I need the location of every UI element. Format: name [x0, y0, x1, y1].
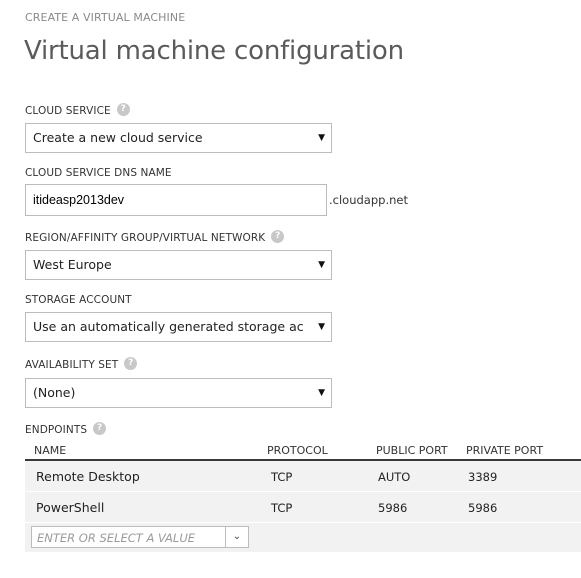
- availability-label-row: AVAILABILITY SET?: [25, 357, 138, 372]
- endpoint-public-port: AUTO: [378, 470, 411, 484]
- cloud-service-select[interactable]: Create a new cloud service ▼: [25, 123, 332, 153]
- dns-name-input[interactable]: [25, 184, 327, 216]
- dns-suffix: .cloudapp.net: [329, 193, 408, 207]
- region-label: REGION/AFFINITY GROUP/VIRTUAL NETWORK: [25, 232, 266, 244]
- help-icon[interactable]: ?: [93, 422, 107, 435]
- row-divider: [25, 522, 581, 523]
- column-header-private-port: PRIVATE PORT: [466, 444, 544, 457]
- column-header-public-port: PUBLIC PORT: [376, 444, 448, 457]
- endpoint-name: PowerShell: [36, 500, 105, 515]
- help-icon[interactable]: ?: [271, 230, 285, 243]
- cloud-service-label-row: CLOUD SERVICE?: [25, 103, 130, 118]
- endpoint-protocol: TCP: [271, 501, 293, 515]
- caret-down-icon: ▼: [318, 133, 325, 143]
- endpoint-private-port: 5986: [468, 501, 498, 515]
- add-endpoint-input[interactable]: [32, 529, 223, 547]
- endpoint-public-port: 5986: [378, 501, 408, 515]
- region-label-row: REGION/AFFINITY GROUP/VIRTUAL NETWORK?: [25, 230, 285, 245]
- storage-label: STORAGE ACCOUNT: [25, 294, 132, 306]
- region-select[interactable]: West Europe ▼: [25, 250, 332, 280]
- cloud-service-label: CLOUD SERVICE: [25, 105, 111, 117]
- storage-select[interactable]: Use an automatically generated storage a…: [25, 312, 332, 342]
- page-title: Virtual machine configuration: [24, 36, 404, 66]
- region-value: West Europe: [33, 257, 112, 272]
- availability-value: (None): [33, 385, 76, 400]
- endpoint-protocol: TCP: [271, 470, 293, 484]
- endpoint-private-port: 3389: [468, 470, 498, 484]
- caret-down-icon: ▼: [318, 260, 325, 270]
- endpoints-label: ENDPOINTS: [25, 424, 88, 436]
- column-header-protocol: PROTOCOL: [267, 444, 328, 457]
- dns-name-label: CLOUD SERVICE DNS NAME: [25, 167, 172, 179]
- storage-value: Use an automatically generated storage a…: [33, 319, 303, 334]
- caret-down-icon: ▼: [318, 388, 325, 398]
- caret-down-icon: ▼: [318, 322, 325, 332]
- endpoint-name: Remote Desktop: [36, 469, 140, 484]
- breadcrumb: CREATE A VIRTUAL MACHINE: [25, 11, 186, 24]
- help-icon[interactable]: ?: [116, 103, 130, 116]
- availability-select[interactable]: (None) ▼: [25, 378, 332, 408]
- header-rule: [25, 459, 581, 461]
- column-header-name: NAME: [34, 444, 67, 457]
- chevron-down-icon[interactable]: ⌄: [225, 527, 248, 547]
- endpoints-label-row: ENDPOINTS?: [25, 422, 107, 437]
- availability-label: AVAILABILITY SET: [25, 359, 119, 371]
- cloud-service-value: Create a new cloud service: [33, 130, 203, 145]
- help-icon[interactable]: ?: [124, 357, 138, 370]
- row-divider: [25, 491, 581, 492]
- add-endpoint-combo[interactable]: ⌄: [31, 526, 249, 548]
